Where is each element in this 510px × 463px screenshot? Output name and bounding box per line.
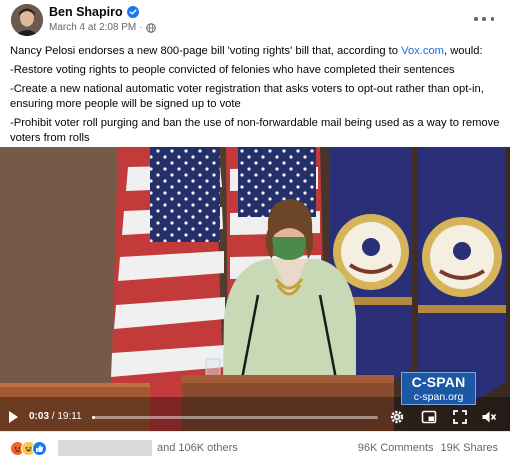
- progress-fill: [92, 416, 96, 419]
- progress-bar[interactable]: [92, 416, 378, 419]
- house-banner-2: [418, 147, 506, 409]
- more-dot-icon: [490, 17, 494, 21]
- post-item: -Prohibit voter roll purging and ban the…: [10, 117, 500, 144]
- blurred-reactor-names: [58, 440, 152, 456]
- comments-count[interactable]: 96K Comments: [358, 442, 434, 454]
- post-header: Ben Shapiro March 4 at 2:08 PM ·: [0, 0, 510, 42]
- post-body: Nancy Pelosi endorses a new 800-page bil…: [10, 44, 504, 150]
- settings-gear-icon[interactable]: [389, 409, 405, 425]
- picture-in-picture-icon[interactable]: [421, 409, 437, 425]
- post-intro: Nancy Pelosi endorses a new 800-page bil…: [10, 44, 504, 59]
- post-item: -Restore voting rights to people convict…: [10, 64, 455, 76]
- more-options-button[interactable]: [474, 12, 494, 26]
- cspan-watermark: C-SPAN c-span.org: [401, 372, 476, 405]
- engagement-counts: 96K Comments 19K Shares: [358, 442, 498, 454]
- play-icon[interactable]: [9, 411, 18, 423]
- post-meta: March 4 at 2:08 PM ·: [49, 22, 156, 33]
- intro-text: Nancy Pelosi endorses a new 800-page bil…: [10, 45, 402, 57]
- mute-icon[interactable]: [481, 409, 497, 425]
- reaction-icons[interactable]: [10, 441, 47, 456]
- reaction-count[interactable]: and 106K others: [157, 442, 238, 454]
- globe-icon: [145, 22, 156, 33]
- meta-separator: ·: [139, 22, 143, 33]
- like-reaction-icon: [32, 441, 47, 456]
- author-name-text[interactable]: Ben Shapiro: [49, 5, 123, 19]
- post-timestamp[interactable]: March 4 at 2:08 PM: [49, 22, 136, 33]
- post-item: -Create a new national automatic voter r…: [10, 83, 484, 110]
- video-player[interactable]: C-SPAN c-span.org: [0, 147, 510, 431]
- engagement-bar: and 106K others 96K Comments 19K Shares: [0, 431, 510, 463]
- more-dot-icon: [474, 17, 478, 21]
- vox-link[interactable]: Vox.com: [401, 45, 444, 57]
- current-time: 0:03: [29, 411, 50, 422]
- video-time: 0:03 / 19:11: [29, 411, 82, 422]
- author-name[interactable]: Ben Shapiro: [49, 5, 139, 19]
- cspan-url: c-span.org: [413, 391, 464, 403]
- cspan-title: C-SPAN: [411, 374, 466, 390]
- duration: 19:11: [57, 411, 82, 422]
- author-avatar[interactable]: [11, 4, 43, 36]
- video-controls: 0:03 / 19:11: [0, 404, 510, 431]
- more-dot-icon: [482, 17, 486, 21]
- fullscreen-icon[interactable]: [452, 409, 468, 425]
- intro-suffix: , would:: [444, 45, 483, 57]
- verified-badge-icon: [126, 6, 139, 18]
- shares-count[interactable]: 19K Shares: [441, 442, 498, 454]
